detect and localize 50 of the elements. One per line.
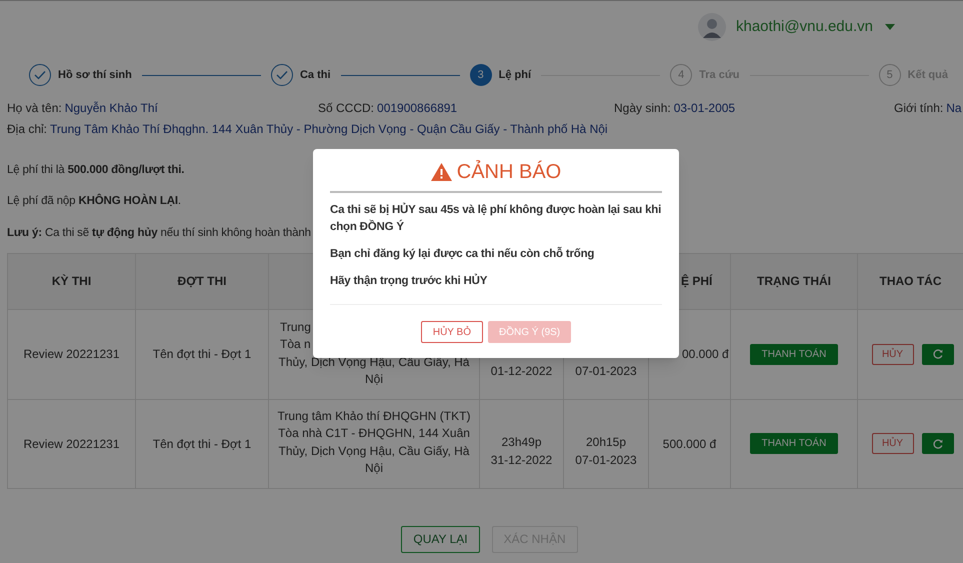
field-value: 03-01-2005: [674, 100, 736, 117]
field-label: Địa chỉ:: [7, 121, 48, 138]
dialog-text: Ca thi sẽ bị HỦY sau 45s và lệ phí không được hoàn lại sau khi chọn ĐỒNG Ý: [330, 202, 662, 235]
warning-icon: [430, 163, 452, 181]
cancel-button[interactable]: HỦY: [872, 433, 914, 454]
dialog-title: CẢNH BÁO: [456, 159, 562, 185]
table-cell: Tên đợt thi - Đợt 1: [136, 310, 269, 400]
step-number: 5: [878, 64, 901, 86]
refresh-button[interactable]: [922, 344, 954, 365]
table-cell: 23h49p 31-12-2022: [480, 400, 564, 489]
table-cell: 500.000 đ: [649, 400, 731, 489]
refresh-icon: [932, 349, 942, 360]
field-label: Giới tính:: [894, 100, 944, 117]
field-value: Na: [946, 100, 962, 117]
cancel-button[interactable]: HỦY: [872, 344, 914, 365]
field-label: Họ và tên:: [7, 100, 62, 117]
refresh-icon: [932, 438, 942, 449]
note-text: Lưu ý: Ca thi sẽ tự động hủy nếu thí sinh không hoàn thành: [7, 226, 311, 240]
step-label: Lệ phí: [498, 68, 532, 83]
table-cell: Trung tâm Khảo thí ĐHQGHN (TKT) Tòa nhà C1T - ĐHQGHN, 144 Xuân Thủy, Dịch Vọng Hậu, Cầu Giấy, Hà Nội: [269, 400, 480, 489]
pay-button[interactable]: THANH TOÁN: [750, 433, 838, 454]
column-header: Ệ PHÍ: [681, 273, 712, 290]
avatar-icon[interactable]: [698, 13, 726, 41]
column-header: TRẠNG THÁI: [757, 273, 831, 290]
table-cell: 20h15p 07-01-2023: [564, 400, 649, 489]
caret-icon[interactable]: [885, 24, 895, 30]
table-cell: Review 20221231: [8, 400, 136, 489]
column-header: KỲ THI: [52, 273, 92, 290]
back-button[interactable]: QUAY LẠI: [401, 526, 480, 553]
table-cell: Review 20221231: [8, 310, 136, 400]
note-text: Lệ phí đã nộp KHÔNG HOÀN LẠI.: [7, 193, 181, 210]
step-label: Hồ sơ thí sinh: [58, 68, 132, 83]
table-cell: Tên đợt thi - Đợt 1: [136, 400, 269, 489]
refresh-button[interactable]: [922, 433, 954, 454]
field-label: Số CCCD:: [318, 100, 374, 117]
pay-button[interactable]: THANH TOÁN: [750, 344, 838, 365]
note-text: Lệ phí thi là 500.000 đồng/lượt thi.: [7, 163, 184, 178]
field-label: Ngày sinh:: [614, 100, 671, 117]
dialog-text: Bạn chỉ đăng ký lại được ca thi nếu còn chỗ trống: [330, 246, 596, 262]
column-header: ĐỢT THI: [178, 273, 226, 290]
column-header: THAO TÁC: [880, 273, 942, 290]
step-number: 3: [470, 64, 492, 86]
step-number: 4: [670, 64, 692, 86]
user-email[interactable]: khaothi@vnu.edu.vn: [736, 16, 873, 38]
field-value: Nguyễn Khảo Thí: [64, 100, 158, 117]
field-value: 001900866891: [377, 100, 458, 117]
dialog-text: Hãy thận trọng trước khi HỦY: [330, 273, 488, 289]
field-value: Trung Tâm Khảo Thí Đhqghn. 144 Xuân Thủy - Phường Dịch Vọng - Quận Cầu Giấy - Thành phố Hà Nội: [50, 121, 608, 138]
cancel-button[interactable]: HỦY BỎ: [420, 321, 484, 343]
step-label: Ca thi: [300, 68, 331, 83]
